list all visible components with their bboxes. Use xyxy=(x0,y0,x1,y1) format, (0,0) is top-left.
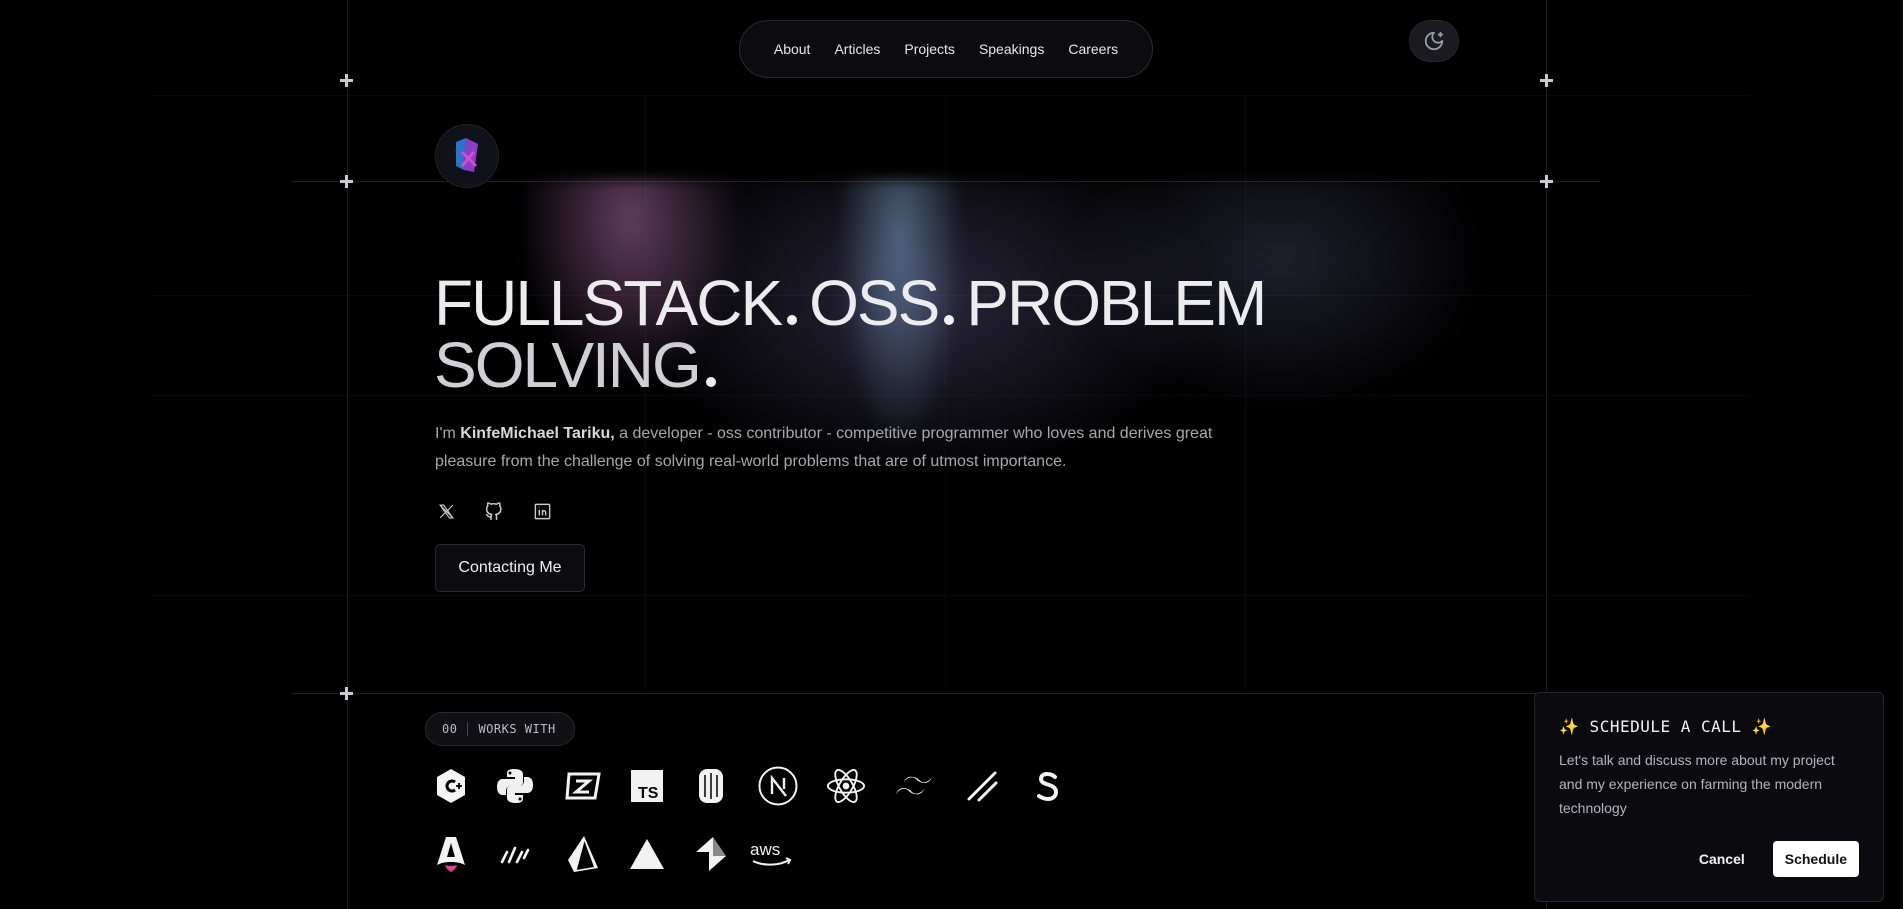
vercel-icon xyxy=(627,834,667,874)
popup-title: ✨ SCHEDULE A CALL ✨ xyxy=(1559,717,1773,736)
schedule-call-popup: ✨ SCHEDULE A CALL ✨ Let's talk and discu… xyxy=(1534,692,1884,902)
prisma-icon xyxy=(563,834,603,874)
x-twitter-icon xyxy=(438,504,454,518)
popup-text: Let's talk and discuss more about my pro… xyxy=(1559,752,1835,816)
badge-label: WORKS WITH xyxy=(478,722,556,736)
plus-marker xyxy=(340,687,353,700)
x-twitter-link[interactable] xyxy=(435,500,457,522)
nav-careers[interactable]: Careers xyxy=(1068,41,1118,57)
astro-icon xyxy=(431,834,471,874)
headline-word: OSS xyxy=(809,267,940,339)
plus-marker xyxy=(340,74,353,87)
aws-label: aws xyxy=(750,840,780,859)
linkedin-link[interactable] xyxy=(531,500,553,522)
grid-line xyxy=(292,693,1552,694)
react-icon xyxy=(826,766,866,806)
headline-dot xyxy=(705,377,716,387)
grid-line xyxy=(347,0,348,909)
supabase-icon xyxy=(691,834,731,874)
schedule-button[interactable]: Schedule xyxy=(1772,841,1859,877)
headline-word: PROBLEM xyxy=(966,267,1267,339)
badge-separator xyxy=(467,722,469,736)
social-links xyxy=(435,500,553,522)
nextjs-icon xyxy=(758,766,798,806)
shadcn-icon xyxy=(962,766,1002,806)
grid-line xyxy=(150,595,1750,596)
bun-icon xyxy=(691,766,731,806)
moon-sparkle-icon xyxy=(1424,31,1444,51)
popup-actions: Cancel Schedule xyxy=(1699,841,1859,877)
cpp-icon xyxy=(431,766,471,806)
python-icon xyxy=(495,766,535,806)
svg-text:TS: TS xyxy=(638,785,659,802)
nav-about[interactable]: About xyxy=(774,41,811,57)
intro-name: KinfeMichael Tariku, xyxy=(460,425,615,442)
github-icon xyxy=(485,502,502,521)
cancel-button[interactable]: Cancel xyxy=(1699,851,1745,867)
theme-toggle-button[interactable] xyxy=(1409,20,1459,62)
works-with-badge: 00 WORKS WITH xyxy=(425,712,575,746)
grid-line xyxy=(292,181,1600,182)
nav-speakings[interactable]: Speakings xyxy=(979,41,1044,57)
github-link[interactable] xyxy=(483,500,505,522)
badge-number: 00 xyxy=(442,722,458,736)
headline-dot xyxy=(787,315,798,325)
main-nav: About Articles Projects Speakings Career… xyxy=(739,20,1153,78)
aws-icon: aws xyxy=(749,834,793,874)
intro-prefix: I'm xyxy=(435,425,461,442)
tailwind-icon xyxy=(894,766,934,806)
contact-button[interactable]: Contacting Me xyxy=(435,544,585,592)
plus-marker xyxy=(1540,74,1553,87)
avatar[interactable] xyxy=(435,124,499,188)
stripe-icon xyxy=(1028,766,1068,806)
plus-marker xyxy=(340,175,353,188)
plus-marker xyxy=(1540,175,1553,188)
zod-icon xyxy=(563,766,603,806)
linkedin-icon xyxy=(534,503,550,519)
nav-projects[interactable]: Projects xyxy=(904,41,955,57)
hero-intro: I'm KinfeMichael Tariku, a developer - o… xyxy=(435,420,1235,476)
hero-headline: FULLSTACK OSS PROBLEM SOLVING xyxy=(434,271,1334,397)
grid-line xyxy=(150,95,1750,96)
hono-icon xyxy=(495,834,535,874)
typescript-icon: TS xyxy=(627,766,667,806)
headline-word: SOLVING xyxy=(434,329,702,401)
nav-articles[interactable]: Articles xyxy=(834,41,880,57)
headline-dot xyxy=(944,315,955,325)
avatar-logo-icon xyxy=(456,138,478,172)
